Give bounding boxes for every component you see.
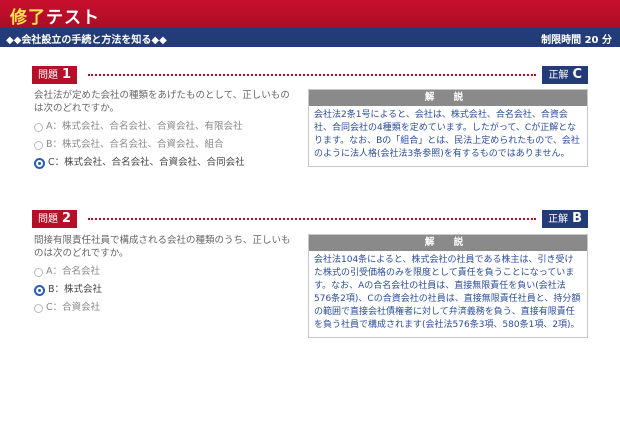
option-c[interactable]: C：合資会社	[34, 299, 296, 317]
radio-icon[interactable]	[34, 303, 43, 313]
option-label: C：合資会社	[46, 302, 101, 313]
question-2: 問題 2 正解 B 間接有限責任社員で構成される会社の種類のうち、正しいものは次のど…	[32, 210, 588, 385]
radio-icon[interactable]	[34, 267, 43, 277]
question-tag-label: 問題	[38, 70, 58, 81]
answer-options: A：合名会社 B：株式会社 C：合資会社	[34, 263, 296, 317]
explanation-text: 会社法104条によると、株式会社の社員である株主は、引き受けた株式の引受価格のみ…	[314, 255, 581, 330]
question-text: 間接有限責任社員で構成される会社の種類のうち、正しいものは次のどれですか。	[34, 235, 291, 259]
option-a[interactable]: A：合名会社	[34, 263, 296, 281]
title-accent: 修了	[10, 8, 46, 28]
option-label: B：株式会社、合名会社、合資会社、組合	[46, 139, 224, 150]
answer-tag: 正解 B	[542, 210, 588, 228]
option-b[interactable]: B：株式会社	[34, 281, 296, 299]
explanation-title: 解 説	[309, 90, 587, 106]
option-label: A：合名会社	[46, 266, 100, 277]
app-title: 修了テスト	[10, 3, 100, 28]
explanation-title: 解 説	[309, 235, 587, 251]
time-limit: 制限時間 20 分	[541, 35, 612, 46]
radio-icon[interactable]	[34, 122, 43, 132]
section-title: ◆◆会社設立の手続と方法を知る◆◆	[6, 35, 167, 46]
option-label: A：株式会社、合名会社、合資会社、有限会社	[46, 121, 243, 132]
explanation-box: 解 説 会社法104条によると、株式会社の社員である株主は、引き受けた株式の引受…	[308, 234, 588, 338]
answer-options: A：株式会社、合名会社、合資会社、有限会社 B：株式会社、合名会社、合資会社、組…	[34, 118, 296, 172]
question-1: 問題 1 正解 C 会社法が定めた会社の種類をあげたものとして、正しいものは次のどれ…	[32, 66, 588, 196]
question-text: 会社法が定めた会社の種類をあげたものとして、正しいものは次のどれですか。	[34, 90, 290, 114]
option-a[interactable]: A：株式会社、合名会社、合資会社、有限会社	[34, 118, 296, 136]
question-tag: 問題 1	[32, 66, 78, 84]
radio-selected-icon[interactable]	[34, 284, 45, 296]
question-number: 1	[62, 67, 72, 82]
section-bar: ◆◆会社設立の手続と方法を知る◆◆ 制限時間 20 分	[0, 28, 620, 47]
question-tag: 問題 2	[32, 210, 78, 228]
question-header: 問題 2 正解 B	[32, 210, 588, 228]
answer-label: 正解	[548, 214, 569, 225]
option-c[interactable]: C：株式会社、合名会社、合資会社、合同会社	[34, 154, 296, 172]
radio-selected-icon[interactable]	[34, 157, 45, 169]
header-bar: 修了テスト	[0, 0, 620, 28]
option-label: C：株式会社、合名会社、合資会社、合同会社	[48, 157, 245, 168]
explanation-text: 会社法2条1号によると、会社は、株式会社、合名会社、合資会社、合同会社の4種類を…	[314, 110, 580, 159]
answer-letter: B	[572, 211, 582, 226]
option-label: B：株式会社	[48, 284, 103, 295]
answer-label: 正解	[548, 70, 569, 81]
title-main: テスト	[46, 8, 100, 28]
answer-tag: 正解 C	[542, 66, 588, 84]
question-tag-label: 問題	[38, 214, 58, 225]
radio-icon[interactable]	[34, 140, 43, 150]
explanation-box: 解 説 会社法2条1号によると、会社は、株式会社、合名会社、合資会社、合同会社の…	[308, 89, 588, 167]
answer-letter: C	[572, 67, 582, 82]
option-b[interactable]: B：株式会社、合名会社、合資会社、組合	[34, 136, 296, 154]
dotted-divider	[88, 218, 536, 220]
question-number: 2	[62, 211, 72, 226]
dotted-divider	[88, 74, 536, 76]
question-header: 問題 1 正解 C	[32, 66, 588, 84]
